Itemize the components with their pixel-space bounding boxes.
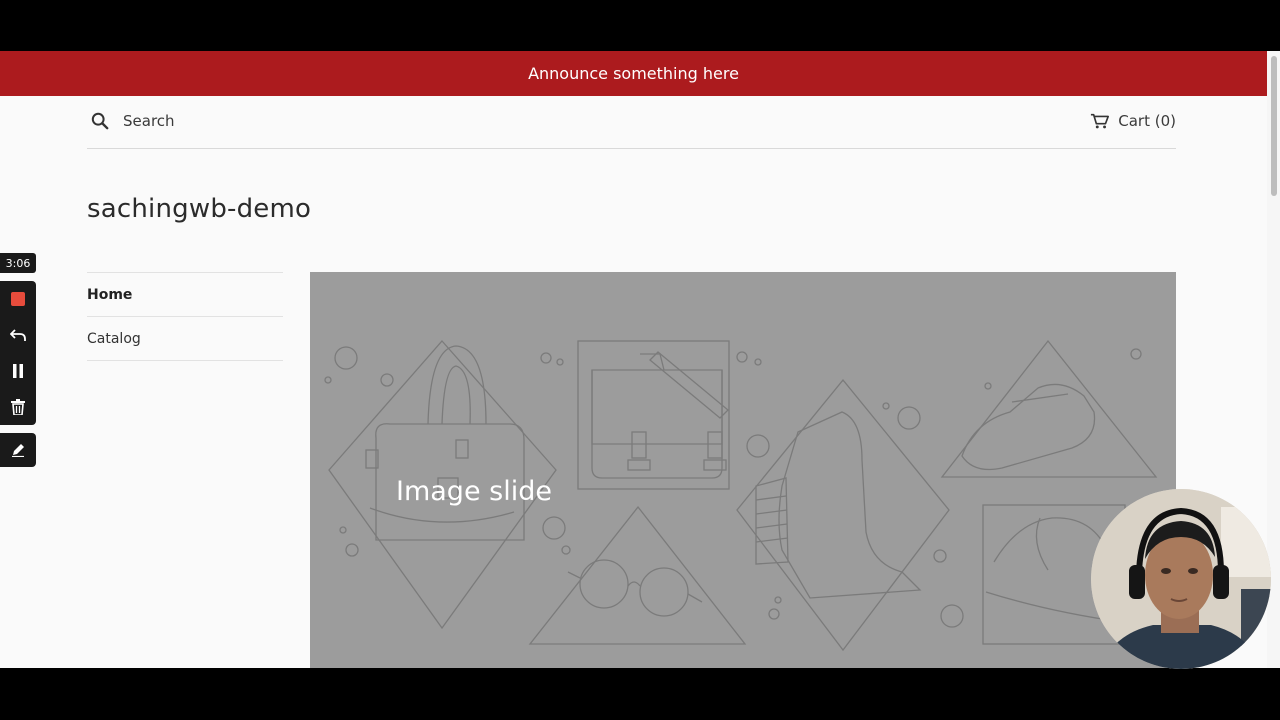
nav-item-label: Home [87,286,133,303]
recording-timer: 3:06 [0,253,36,273]
cart-link[interactable]: Cart (0) [1090,112,1176,130]
image-slide[interactable]: Image slide [310,272,1176,668]
undo-button[interactable] [0,317,36,353]
pen-icon [12,444,24,457]
search-button[interactable]: Search [91,112,175,130]
nav-item-home[interactable]: Home [87,272,283,316]
site-title[interactable]: sachingwb-demo [87,194,311,224]
nav-divider [87,360,283,361]
cart-icon [1091,113,1110,129]
pause-button[interactable] [0,353,36,389]
stop-icon [11,292,25,306]
search-label: Search [123,112,175,130]
browser-viewport: Announce something here Search Cart (0) … [0,51,1267,668]
product-illustration [324,339,1158,652]
slide-caption: Image slide [396,476,552,507]
site-header: Search Cart (0) [87,96,1176,149]
search-icon [91,112,109,130]
announcement-bar[interactable]: Announce something here [0,51,1267,96]
announcement-text: Announce something here [528,64,739,83]
site-nav: Home Catalog [87,272,283,361]
scrollbar-thumb[interactable] [1271,56,1277,196]
recorder-toolbar [0,281,36,425]
pause-icon [13,364,23,378]
nav-item-catalog[interactable]: Catalog [87,316,283,360]
stop-button[interactable] [0,281,36,317]
webcam-video [1091,489,1271,669]
undo-icon [10,329,26,341]
webcam-overlay [1091,489,1271,669]
nav-item-label: Catalog [87,330,141,347]
cart-label: Cart (0) [1118,112,1176,130]
trash-icon [11,399,25,415]
draw-button[interactable] [0,433,36,467]
delete-button[interactable] [0,389,36,425]
